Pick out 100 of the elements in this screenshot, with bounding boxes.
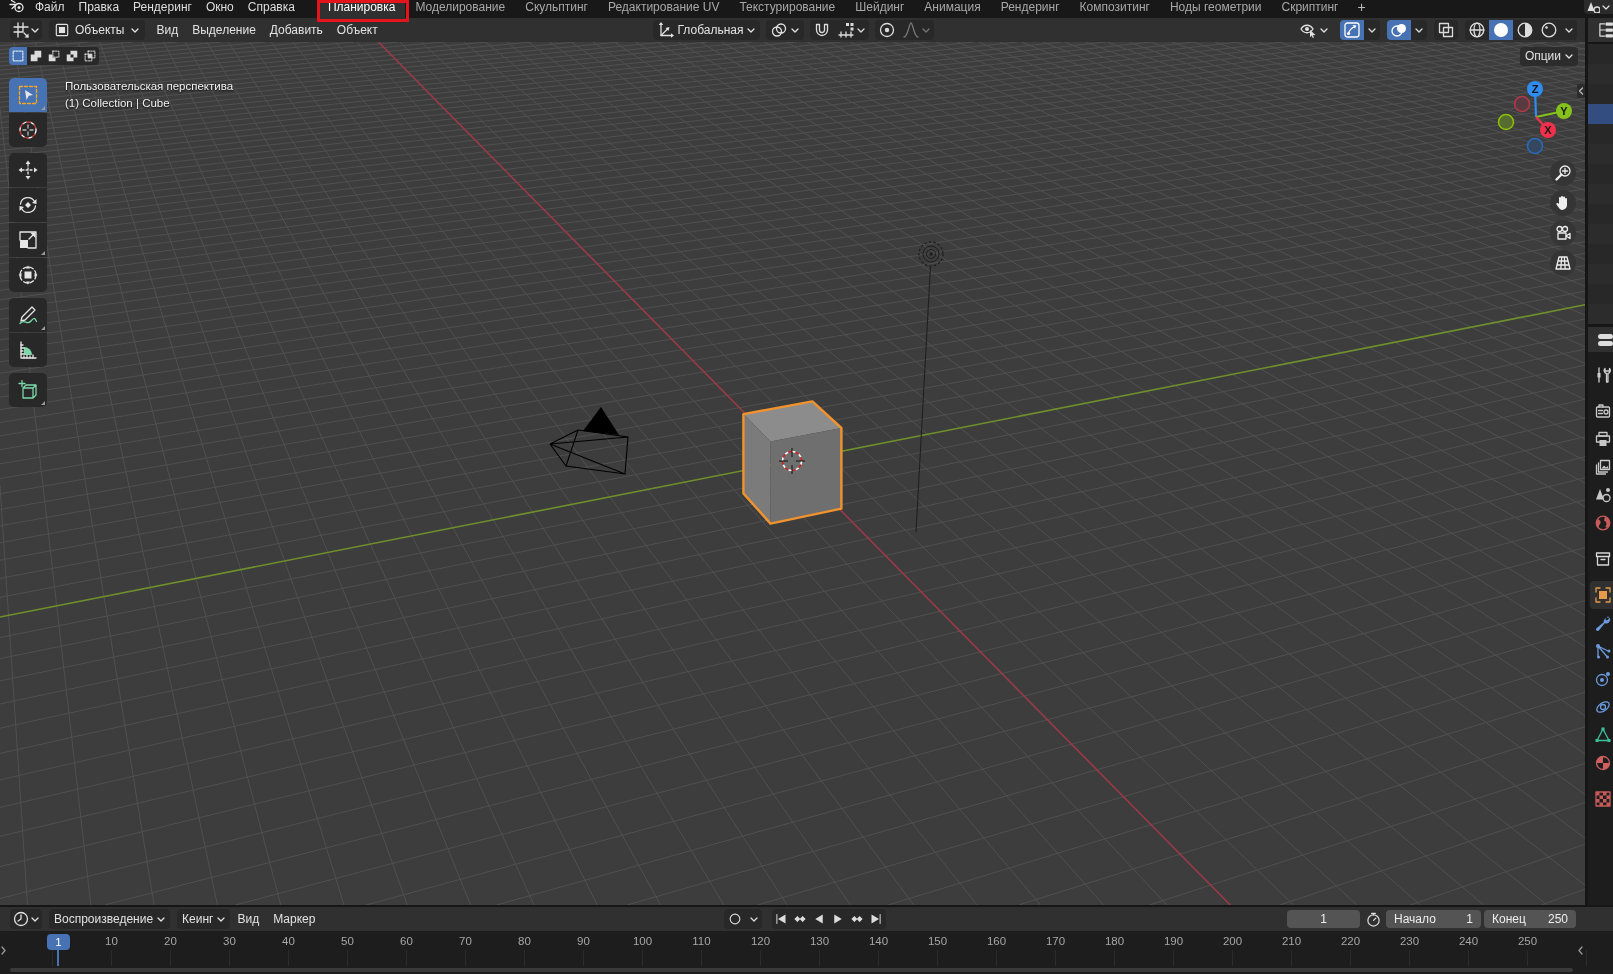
frame-number: 10 (104, 934, 119, 947)
toggle-pills-icon[interactable] (1597, 331, 1613, 348)
chevron-down-icon (217, 916, 226, 922)
dot-in-circle-icon (879, 22, 896, 38)
overlays-toggle[interactable] (1387, 20, 1411, 40)
frame-number: 60 (399, 934, 414, 947)
y-axis-handle[interactable]: Y (1535, 103, 1572, 119)
ring-with-dot-icon (1541, 22, 1557, 38)
menu-item[interactable]: Файл (28, 0, 72, 14)
select-mode-button[interactable] (27, 47, 45, 65)
playhead-handle[interactable]: 1 (47, 934, 70, 950)
shading-dropdown[interactable] (1561, 20, 1577, 40)
pan-view-button[interactable] (1550, 190, 1576, 216)
workspace-tab[interactable]: Моделирование (405, 0, 516, 18)
end-frame-field[interactable]: Конец 250 (1484, 910, 1576, 928)
outliner-list-icon[interactable] (1598, 22, 1613, 38)
workspace-tab[interactable]: Шейдинг (845, 0, 915, 18)
snap-target-dropdown[interactable] (834, 20, 870, 40)
tool-button[interactable] (9, 188, 47, 222)
pivot-dropdown[interactable] (766, 20, 805, 40)
intersect-squares-icon (84, 50, 96, 62)
select-mode-button[interactable] (63, 47, 81, 65)
chevron-right-icon[interactable] (1, 946, 6, 955)
editor-type-dropdown[interactable] (10, 20, 42, 40)
frame-number: 70 (458, 934, 473, 947)
gizmo-dropdown[interactable] (1364, 20, 1380, 40)
camera-icon (1595, 403, 1611, 419)
scene-selector[interactable] (1584, 0, 1613, 14)
tool-button[interactable] (9, 258, 47, 292)
jump-start-button[interactable] (771, 909, 791, 929)
shading-mode-button[interactable] (1513, 20, 1537, 40)
xray-toggle[interactable] (1434, 20, 1458, 40)
globe-icon (1595, 515, 1611, 531)
chevron-left-icon[interactable] (1578, 946, 1583, 955)
proportional-editing-toggle[interactable] (875, 20, 900, 40)
editor-type-dropdown[interactable] (10, 909, 42, 929)
menu-item[interactable]: Маркер (266, 912, 323, 926)
workspace-tab[interactable]: Композитинг (1069, 0, 1160, 18)
start-frame-field[interactable]: Начало 1 (1386, 910, 1481, 928)
tool-button[interactable] (9, 113, 47, 147)
select-mode-button[interactable] (81, 47, 99, 65)
menu-dropdown[interactable]: Кеинг (177, 909, 231, 929)
z-axis-handle[interactable]: Z (1527, 81, 1543, 118)
tool-button[interactable] (9, 298, 47, 332)
double-diamond-icon (793, 913, 808, 925)
clock-icon (13, 911, 29, 927)
frame-number: 90 (576, 934, 591, 947)
menu-item[interactable]: Вид (149, 23, 186, 37)
crosshair-cursor-icon (778, 447, 806, 475)
menu-item[interactable]: Выделение (185, 23, 263, 37)
frame-number: 210 (1280, 934, 1303, 947)
menu-dropdown[interactable]: Воспроизведение (49, 909, 171, 929)
auto-keying-toggle[interactable] (723, 909, 746, 929)
dashed-square-icon (12, 50, 24, 62)
chevron-down-icon (31, 916, 39, 922)
workspace-tab[interactable]: Рендеринг (990, 0, 1070, 18)
workspace-tab[interactable]: Скульптинг (515, 0, 598, 18)
mode-dropdown[interactable]: Объекты (49, 20, 145, 40)
orientation-dropdown[interactable]: Глобальная (652, 20, 761, 40)
app-logo-icon[interactable] (9, 0, 25, 13)
camera-view-button[interactable] (1550, 220, 1576, 246)
axis-dot-icon[interactable] (1526, 137, 1544, 155)
workspace-tab[interactable]: Текстурирование (729, 0, 846, 18)
overlays-dropdown[interactable] (1411, 20, 1427, 40)
move-arrows-icon (18, 160, 38, 180)
difference-squares-icon (66, 50, 78, 62)
options-dropdown[interactable]: Опции (1519, 46, 1578, 66)
tool-button[interactable] (9, 223, 47, 257)
tool-button[interactable] (9, 153, 47, 187)
menu-item[interactable]: Справка (240, 0, 302, 14)
snap-toggle[interactable] (810, 20, 835, 40)
frame-number: 20 (163, 934, 178, 947)
menu-item[interactable]: Вид (230, 912, 267, 926)
menu-item[interactable]: Окно (198, 0, 241, 14)
menu-item[interactable]: Правка (71, 0, 127, 14)
current-frame-field[interactable]: 1 (1287, 910, 1360, 928)
axis-dot-icon[interactable] (1513, 95, 1531, 113)
chevron-left-icon[interactable] (1577, 84, 1585, 98)
properties-tab[interactable] (1590, 581, 1613, 609)
axis-dot-icon[interactable] (1497, 113, 1515, 131)
tool-button[interactable] (9, 373, 47, 407)
add-workspace-button[interactable]: + (1348, 0, 1375, 14)
workspace-tab[interactable]: Ноды геометрии (1159, 0, 1272, 18)
frame-number: 130 (808, 934, 831, 947)
menu-item[interactable]: Объект (329, 23, 385, 37)
workspace-tab[interactable]: Анимация (914, 0, 991, 18)
tool-button[interactable] (9, 333, 47, 367)
menu-item[interactable]: Добавить (262, 23, 330, 37)
menu-item[interactable]: Рендеринг (126, 0, 199, 14)
zoom-view-button[interactable] (1550, 160, 1576, 186)
chevron-down-icon (1320, 27, 1328, 33)
chevron-down-icon (747, 27, 756, 33)
shading-mode-button[interactable] (1465, 20, 1489, 40)
workspace-tab[interactable]: Скриптинг (1271, 0, 1349, 18)
perspective-toggle-button[interactable] (1550, 250, 1576, 276)
gizmo-toggle[interactable] (1340, 20, 1364, 40)
shading-mode-button[interactable] (1489, 20, 1513, 40)
workspace-tab[interactable]: Редактирование UV (597, 0, 730, 18)
square-icon (55, 23, 69, 37)
select-mode-button[interactable] (45, 47, 63, 65)
